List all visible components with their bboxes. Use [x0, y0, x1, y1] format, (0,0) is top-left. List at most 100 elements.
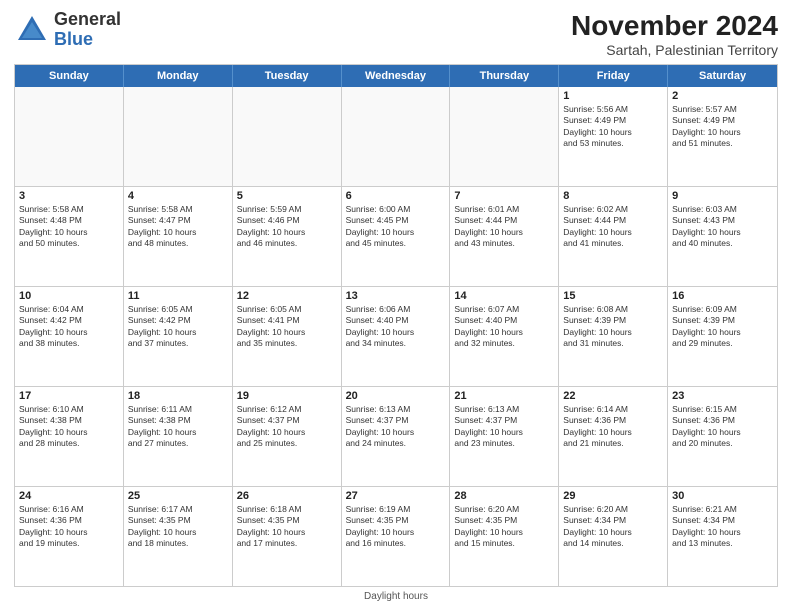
day-cell-25: 25Sunrise: 6:17 AM Sunset: 4:35 PM Dayli…: [124, 487, 233, 586]
day-cell-26: 26 Sunrise: 6:18 AM Sunset: 4:35 PM Dayli…: [233, 487, 342, 586]
day-number: 26: [237, 490, 337, 502]
day-number: 11: [128, 290, 228, 302]
page: General Blue November 2024 Sartah, Pales…: [0, 0, 792, 612]
calendar-header: SundayMondayTuesdayWednesdayThursdayFrid…: [15, 65, 777, 87]
day-cell-2: 2 Sunrise: 5:57 AM Sunset: 4:49 PM Daylig…: [668, 87, 777, 186]
day-number: 14: [454, 290, 554, 302]
calendar-week-1: 1Sunrise: 5:56 AM Sunset: 4:49 PM Daylig…: [15, 87, 777, 186]
day-info: Sunrise: 6:00 AM Sunset: 4:45 PM Dayligh…: [346, 204, 446, 250]
day-number: 13: [346, 290, 446, 302]
empty-cell: [342, 87, 451, 186]
logo: General Blue: [14, 10, 121, 50]
day-info: Sunrise: 5:58 AM Sunset: 4:48 PM Dayligh…: [19, 204, 119, 250]
day-cell-20: 20 Sunrise: 6:13 AM Sunset: 4:37 PM Dayli…: [342, 387, 451, 486]
day-info: Sunrise: 6:16 AM Sunset: 4:36 PM Dayligh…: [19, 504, 119, 550]
day-number: 3: [19, 190, 119, 202]
day-info: Sunrise: 6:05 AM Sunset: 4:42 PM Dayligh…: [128, 304, 228, 350]
day-info: Sunrise: 6:17 AM Sunset: 4:35 PM Dayligh…: [128, 504, 228, 550]
day-cell-29: 29Sunrise: 6:20 AM Sunset: 4:34 PM Dayli…: [559, 487, 668, 586]
title-block: November 2024 Sartah, Palestinian Territ…: [571, 10, 778, 58]
header-day-thursday: Thursday: [450, 65, 559, 87]
day-number: 4: [128, 190, 228, 202]
day-info: Sunrise: 6:13 AM Sunset: 4:37 PM Dayligh…: [454, 404, 554, 450]
header-day-friday: Friday: [559, 65, 668, 87]
empty-cell: [15, 87, 124, 186]
empty-cell: [450, 87, 559, 186]
day-cell-5: 5Sunrise: 5:59 AM Sunset: 4:46 PM Daylig…: [233, 187, 342, 286]
day-number: 8: [563, 190, 663, 202]
day-info: Sunrise: 6:13 AM Sunset: 4:37 PM Dayligh…: [346, 404, 446, 450]
logo-icon: [14, 12, 50, 48]
day-number: 18: [128, 390, 228, 402]
day-cell-9: 9 Sunrise: 6:03 AM Sunset: 4:43 PM Daylig…: [668, 187, 777, 286]
day-info: Sunrise: 6:15 AM Sunset: 4:36 PM Dayligh…: [672, 404, 773, 450]
day-info: Sunrise: 6:10 AM Sunset: 4:38 PM Dayligh…: [19, 404, 119, 450]
empty-cell: [124, 87, 233, 186]
day-info: Sunrise: 6:01 AM Sunset: 4:44 PM Dayligh…: [454, 204, 554, 250]
day-cell-8: 8 Sunrise: 6:02 AM Sunset: 4:44 PM Daylig…: [559, 187, 668, 286]
day-info: Sunrise: 5:58 AM Sunset: 4:47 PM Dayligh…: [128, 204, 228, 250]
day-cell-22: 22Sunrise: 6:14 AM Sunset: 4:36 PM Dayli…: [559, 387, 668, 486]
day-cell-3: 3 Sunrise: 5:58 AM Sunset: 4:48 PM Daylig…: [15, 187, 124, 286]
day-cell-1: 1Sunrise: 5:56 AM Sunset: 4:49 PM Daylig…: [559, 87, 668, 186]
day-info: Sunrise: 6:21 AM Sunset: 4:34 PM Dayligh…: [672, 504, 773, 550]
day-number: 17: [19, 390, 119, 402]
day-number: 20: [346, 390, 446, 402]
day-info: Sunrise: 6:02 AM Sunset: 4:44 PM Dayligh…: [563, 204, 663, 250]
day-info: Sunrise: 6:08 AM Sunset: 4:39 PM Dayligh…: [563, 304, 663, 350]
header-day-sunday: Sunday: [15, 65, 124, 87]
footer-note: Daylight hours: [14, 591, 778, 602]
day-number: 2: [672, 90, 773, 102]
day-number: 16: [672, 290, 773, 302]
day-info: Sunrise: 5:57 AM Sunset: 4:49 PM Dayligh…: [672, 104, 773, 150]
day-cell-28: 28 Sunrise: 6:20 AM Sunset: 4:35 PM Dayli…: [450, 487, 559, 586]
day-cell-19: 19 Sunrise: 6:12 AM Sunset: 4:37 PM Dayli…: [233, 387, 342, 486]
calendar-week-3: 10Sunrise: 6:04 AM Sunset: 4:42 PM Dayli…: [15, 286, 777, 386]
day-number: 29: [563, 490, 663, 502]
day-cell-18: 18 Sunrise: 6:11 AM Sunset: 4:38 PM Dayli…: [124, 387, 233, 486]
day-number: 22: [563, 390, 663, 402]
month-title: November 2024: [571, 10, 778, 42]
day-number: 19: [237, 390, 337, 402]
day-number: 12: [237, 290, 337, 302]
day-number: 10: [19, 290, 119, 302]
day-info: Sunrise: 6:05 AM Sunset: 4:41 PM Dayligh…: [237, 304, 337, 350]
day-cell-13: 13Sunrise: 6:06 AM Sunset: 4:40 PM Dayli…: [342, 287, 451, 386]
calendar-week-4: 17 Sunrise: 6:10 AM Sunset: 4:38 PM Dayli…: [15, 386, 777, 486]
day-info: Sunrise: 6:20 AM Sunset: 4:35 PM Dayligh…: [454, 504, 554, 550]
empty-cell: [233, 87, 342, 186]
day-number: 30: [672, 490, 773, 502]
day-number: 7: [454, 190, 554, 202]
day-number: 9: [672, 190, 773, 202]
calendar-week-2: 3 Sunrise: 5:58 AM Sunset: 4:48 PM Daylig…: [15, 186, 777, 286]
day-cell-10: 10Sunrise: 6:04 AM Sunset: 4:42 PM Dayli…: [15, 287, 124, 386]
header-day-saturday: Saturday: [668, 65, 777, 87]
day-info: Sunrise: 6:03 AM Sunset: 4:43 PM Dayligh…: [672, 204, 773, 250]
day-cell-4: 4 Sunrise: 5:58 AM Sunset: 4:47 PM Daylig…: [124, 187, 233, 286]
day-cell-30: 30 Sunrise: 6:21 AM Sunset: 4:34 PM Dayli…: [668, 487, 777, 586]
header: General Blue November 2024 Sartah, Pales…: [14, 10, 778, 58]
day-number: 6: [346, 190, 446, 202]
day-info: Sunrise: 6:12 AM Sunset: 4:37 PM Dayligh…: [237, 404, 337, 450]
header-day-wednesday: Wednesday: [342, 65, 451, 87]
day-cell-14: 14 Sunrise: 6:07 AM Sunset: 4:40 PM Dayli…: [450, 287, 559, 386]
day-cell-6: 6 Sunrise: 6:00 AM Sunset: 4:45 PM Daylig…: [342, 187, 451, 286]
day-cell-7: 7 Sunrise: 6:01 AM Sunset: 4:44 PM Daylig…: [450, 187, 559, 286]
day-info: Sunrise: 6:07 AM Sunset: 4:40 PM Dayligh…: [454, 304, 554, 350]
day-number: 23: [672, 390, 773, 402]
logo-blue-text: Blue: [54, 29, 93, 49]
location-subtitle: Sartah, Palestinian Territory: [571, 42, 778, 58]
day-info: Sunrise: 5:59 AM Sunset: 4:46 PM Dayligh…: [237, 204, 337, 250]
day-number: 15: [563, 290, 663, 302]
day-info: Sunrise: 6:19 AM Sunset: 4:35 PM Dayligh…: [346, 504, 446, 550]
calendar-body: 1Sunrise: 5:56 AM Sunset: 4:49 PM Daylig…: [15, 87, 777, 586]
calendar-week-5: 24Sunrise: 6:16 AM Sunset: 4:36 PM Dayli…: [15, 486, 777, 586]
logo-general-text: General: [54, 9, 121, 29]
day-cell-11: 11 Sunrise: 6:05 AM Sunset: 4:42 PM Dayli…: [124, 287, 233, 386]
calendar: SundayMondayTuesdayWednesdayThursdayFrid…: [14, 64, 778, 587]
day-cell-23: 23 Sunrise: 6:15 AM Sunset: 4:36 PM Dayli…: [668, 387, 777, 486]
day-info: Sunrise: 6:18 AM Sunset: 4:35 PM Dayligh…: [237, 504, 337, 550]
day-info: Sunrise: 6:11 AM Sunset: 4:38 PM Dayligh…: [128, 404, 228, 450]
day-number: 28: [454, 490, 554, 502]
day-cell-12: 12 Sunrise: 6:05 AM Sunset: 4:41 PM Dayli…: [233, 287, 342, 386]
